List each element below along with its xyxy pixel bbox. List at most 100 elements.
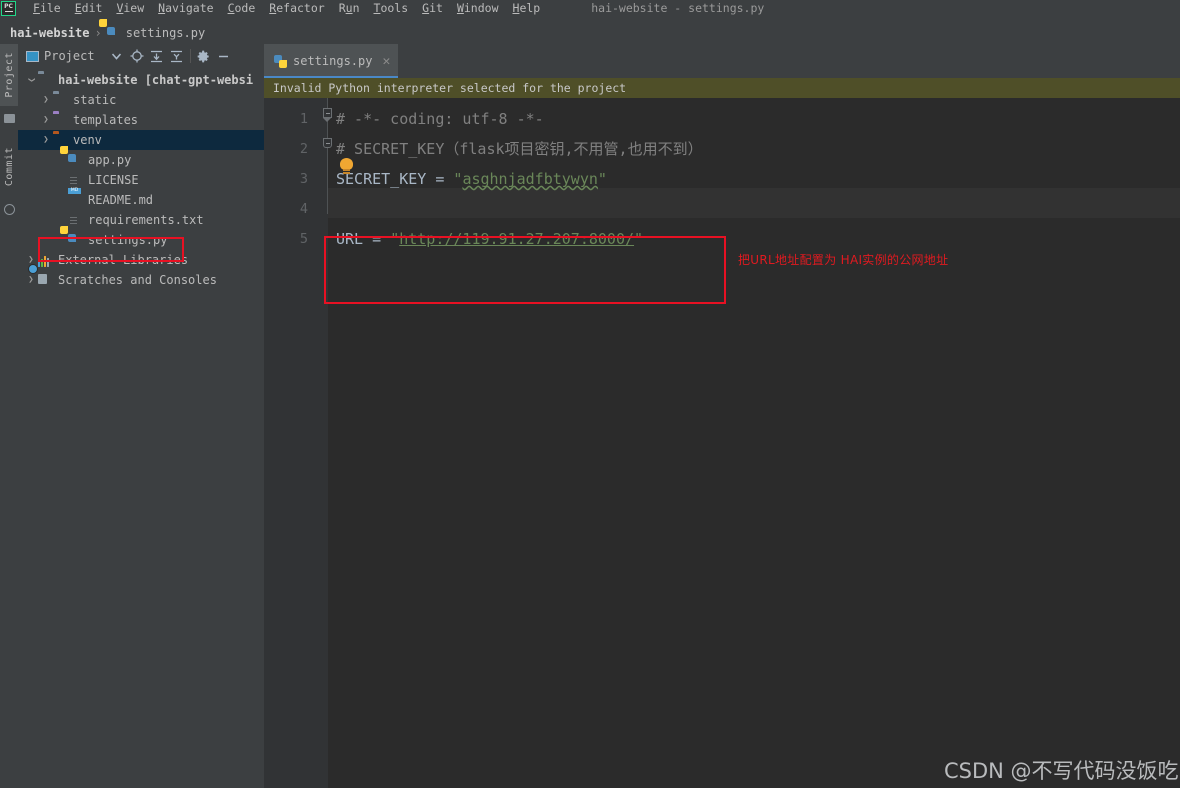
tree-item-hai-website[interactable]: ❯ hai-website [chat-gpt-websi — [18, 70, 264, 90]
menu-item-refactor[interactable]: Refactor — [262, 0, 331, 16]
code-string: " — [597, 170, 607, 188]
code-line[interactable]: URL = "http://119.91.27.207:8000/" — [336, 224, 643, 254]
chevron-right-icon[interactable]: ❯ — [39, 135, 53, 145]
minimize-icon[interactable] — [214, 46, 234, 66]
menu-item-navigate[interactable]: Navigate — [151, 0, 220, 16]
project-view-icon — [26, 50, 39, 62]
library-icon — [38, 254, 53, 267]
tree-item-settings.py[interactable]: settings.py — [18, 225, 264, 250]
tree-item-label: README.md — [88, 193, 154, 207]
fold-arrow-line1 — [323, 118, 331, 122]
tree-item-venv[interactable]: ❯ venv — [18, 130, 264, 150]
tree-item-label: Scratches and Consoles — [58, 273, 217, 287]
fold-marker-line1[interactable] — [323, 108, 332, 118]
commit-icon[interactable] — [0, 200, 18, 218]
chevron-right-icon[interactable]: ❯ — [39, 95, 53, 105]
annotation-url-note: 把URL地址配置为 HAI实例的公网地址 — [738, 253, 949, 267]
expand-all-icon[interactable] — [147, 46, 167, 66]
line-number: 3 — [299, 171, 308, 187]
tree-item-app.py[interactable]: app.py — [18, 145, 264, 170]
code-identifier: URL — [336, 230, 364, 248]
tree-item-license[interactable]: LICENSE — [18, 170, 264, 190]
python-file-icon — [60, 225, 83, 247]
tree-item-label: static — [73, 93, 117, 107]
left-tool-strip: Project Commit — [0, 44, 19, 788]
breadcrumb-separator: › — [94, 26, 102, 40]
menu-item-file[interactable]: File — [26, 0, 68, 16]
text-file-icon — [68, 174, 83, 187]
breadcrumb-root[interactable]: hai-website — [10, 26, 89, 40]
code-operator: = — [426, 170, 454, 188]
menu-item-edit[interactable]: Edit — [68, 0, 110, 16]
tree-item-label: app.py — [88, 153, 132, 167]
python-file-icon — [60, 145, 83, 167]
menu-item-window[interactable]: Window — [450, 0, 506, 16]
menu-item-code[interactable]: Code — [221, 0, 263, 16]
close-icon[interactable]: ✕ — [382, 55, 390, 68]
folder-icon — [53, 114, 68, 127]
editor-tab-bar: settings.py ✕ — [264, 44, 1180, 78]
collapse-all-icon[interactable] — [167, 46, 187, 66]
tree-item-label: templates — [73, 113, 139, 127]
menu-item-tools[interactable]: Tools — [367, 0, 416, 16]
python-file-icon — [274, 55, 287, 68]
tree-item-label: External Libraries — [58, 253, 189, 267]
text-file-icon — [68, 214, 83, 227]
chevron-down-icon[interactable] — [107, 46, 127, 66]
code-canvas[interactable]: 1 2 3 4 5 # -*- coding: utf-8 -*- # SECRET_KE… — [264, 98, 1180, 788]
code-line[interactable]: # SECRET_KEY（flask项目密钥,不用管,也用不到） — [336, 134, 703, 164]
code-string: " — [634, 230, 644, 248]
fold-marker-line2[interactable] — [323, 138, 332, 148]
tree-item-readme.md[interactable]: MD README.md — [18, 187, 264, 210]
menu-item-view[interactable]: View — [109, 0, 151, 16]
chevron-down-icon[interactable]: ❯ — [26, 73, 36, 87]
tree-item-label: venv — [73, 133, 102, 147]
line-number: 2 — [299, 141, 308, 157]
project-toolbar: Project — [18, 44, 264, 68]
menu-item-run[interactable]: Run — [332, 0, 367, 16]
editor-area: settings.py ✕ Invalid Python interpreter… — [264, 44, 1180, 788]
project-panel: Project ❯ hai-website [chat-gpt-websi ❯ sta… — [18, 44, 264, 788]
line-number: 5 — [299, 231, 308, 247]
banner-text: Invalid Python interpreter selected for … — [273, 81, 627, 95]
chevron-right-icon[interactable]: ❯ — [39, 115, 53, 125]
line-number: 4 — [299, 201, 308, 217]
tree-item-static[interactable]: ❯ static — [18, 90, 264, 110]
code-string: " — [390, 230, 400, 248]
code-comment: # -*- coding: utf-8 -*- — [336, 110, 544, 128]
sidebar-item-project[interactable]: Project — [0, 44, 18, 106]
sidebar-item-commit[interactable]: Commit — [0, 136, 18, 198]
menu-item-help[interactable]: Help — [506, 0, 548, 16]
menu-item-git[interactable]: Git — [415, 0, 450, 16]
menu-items-container: File Edit View Navigate Code Refactor Run Tools… — [26, 0, 547, 16]
project-panel-title: Project — [44, 49, 95, 63]
window-title: hai-website - settings.py — [591, 1, 765, 15]
tab-settings-py[interactable]: settings.py ✕ — [264, 44, 399, 78]
tree-item-requirements.txt[interactable]: requirements.txt — [18, 210, 264, 230]
locate-target-icon[interactable] — [127, 46, 147, 66]
tree-item-external[interactable]: ❯ External Libraries — [18, 250, 264, 270]
chevron-right-icon[interactable]: ❯ — [24, 275, 38, 285]
breadcrumb-file[interactable]: settings.py — [126, 26, 205, 40]
tree-item-label: settings.py — [88, 233, 168, 247]
tree-item-scratches[interactable]: ❯ Scratches and Consoles — [18, 263, 264, 290]
code-line[interactable]: # -*- coding: utf-8 -*- — [336, 104, 544, 134]
code-operator: = — [363, 230, 391, 248]
folder-icon — [53, 134, 68, 147]
tree-item-label: hai-website [chat-gpt-websi — [58, 73, 254, 87]
code-line[interactable]: SECRET_KEY = "asghnjadfbtywyn" — [336, 164, 607, 194]
structure-icon[interactable] — [0, 108, 18, 128]
tree-item-templates[interactable]: ❯ templates — [18, 110, 264, 130]
breadcrumb: hai-website › settings.py — [0, 18, 1180, 44]
gear-icon[interactable] — [194, 46, 214, 66]
pycharm-window: PC File Edit View Navigate Code Refactor Run To… — [0, 0, 1180, 788]
toolbar-divider — [189, 49, 191, 63]
python-file-icon — [98, 18, 122, 40]
project-tree: ❯ hai-website [chat-gpt-websi ❯ static ❯ temp… — [18, 70, 264, 290]
lightbulb-icon[interactable] — [340, 158, 353, 174]
code-string-url[interactable]: http://119.91.27.207:8000/ — [399, 230, 634, 248]
